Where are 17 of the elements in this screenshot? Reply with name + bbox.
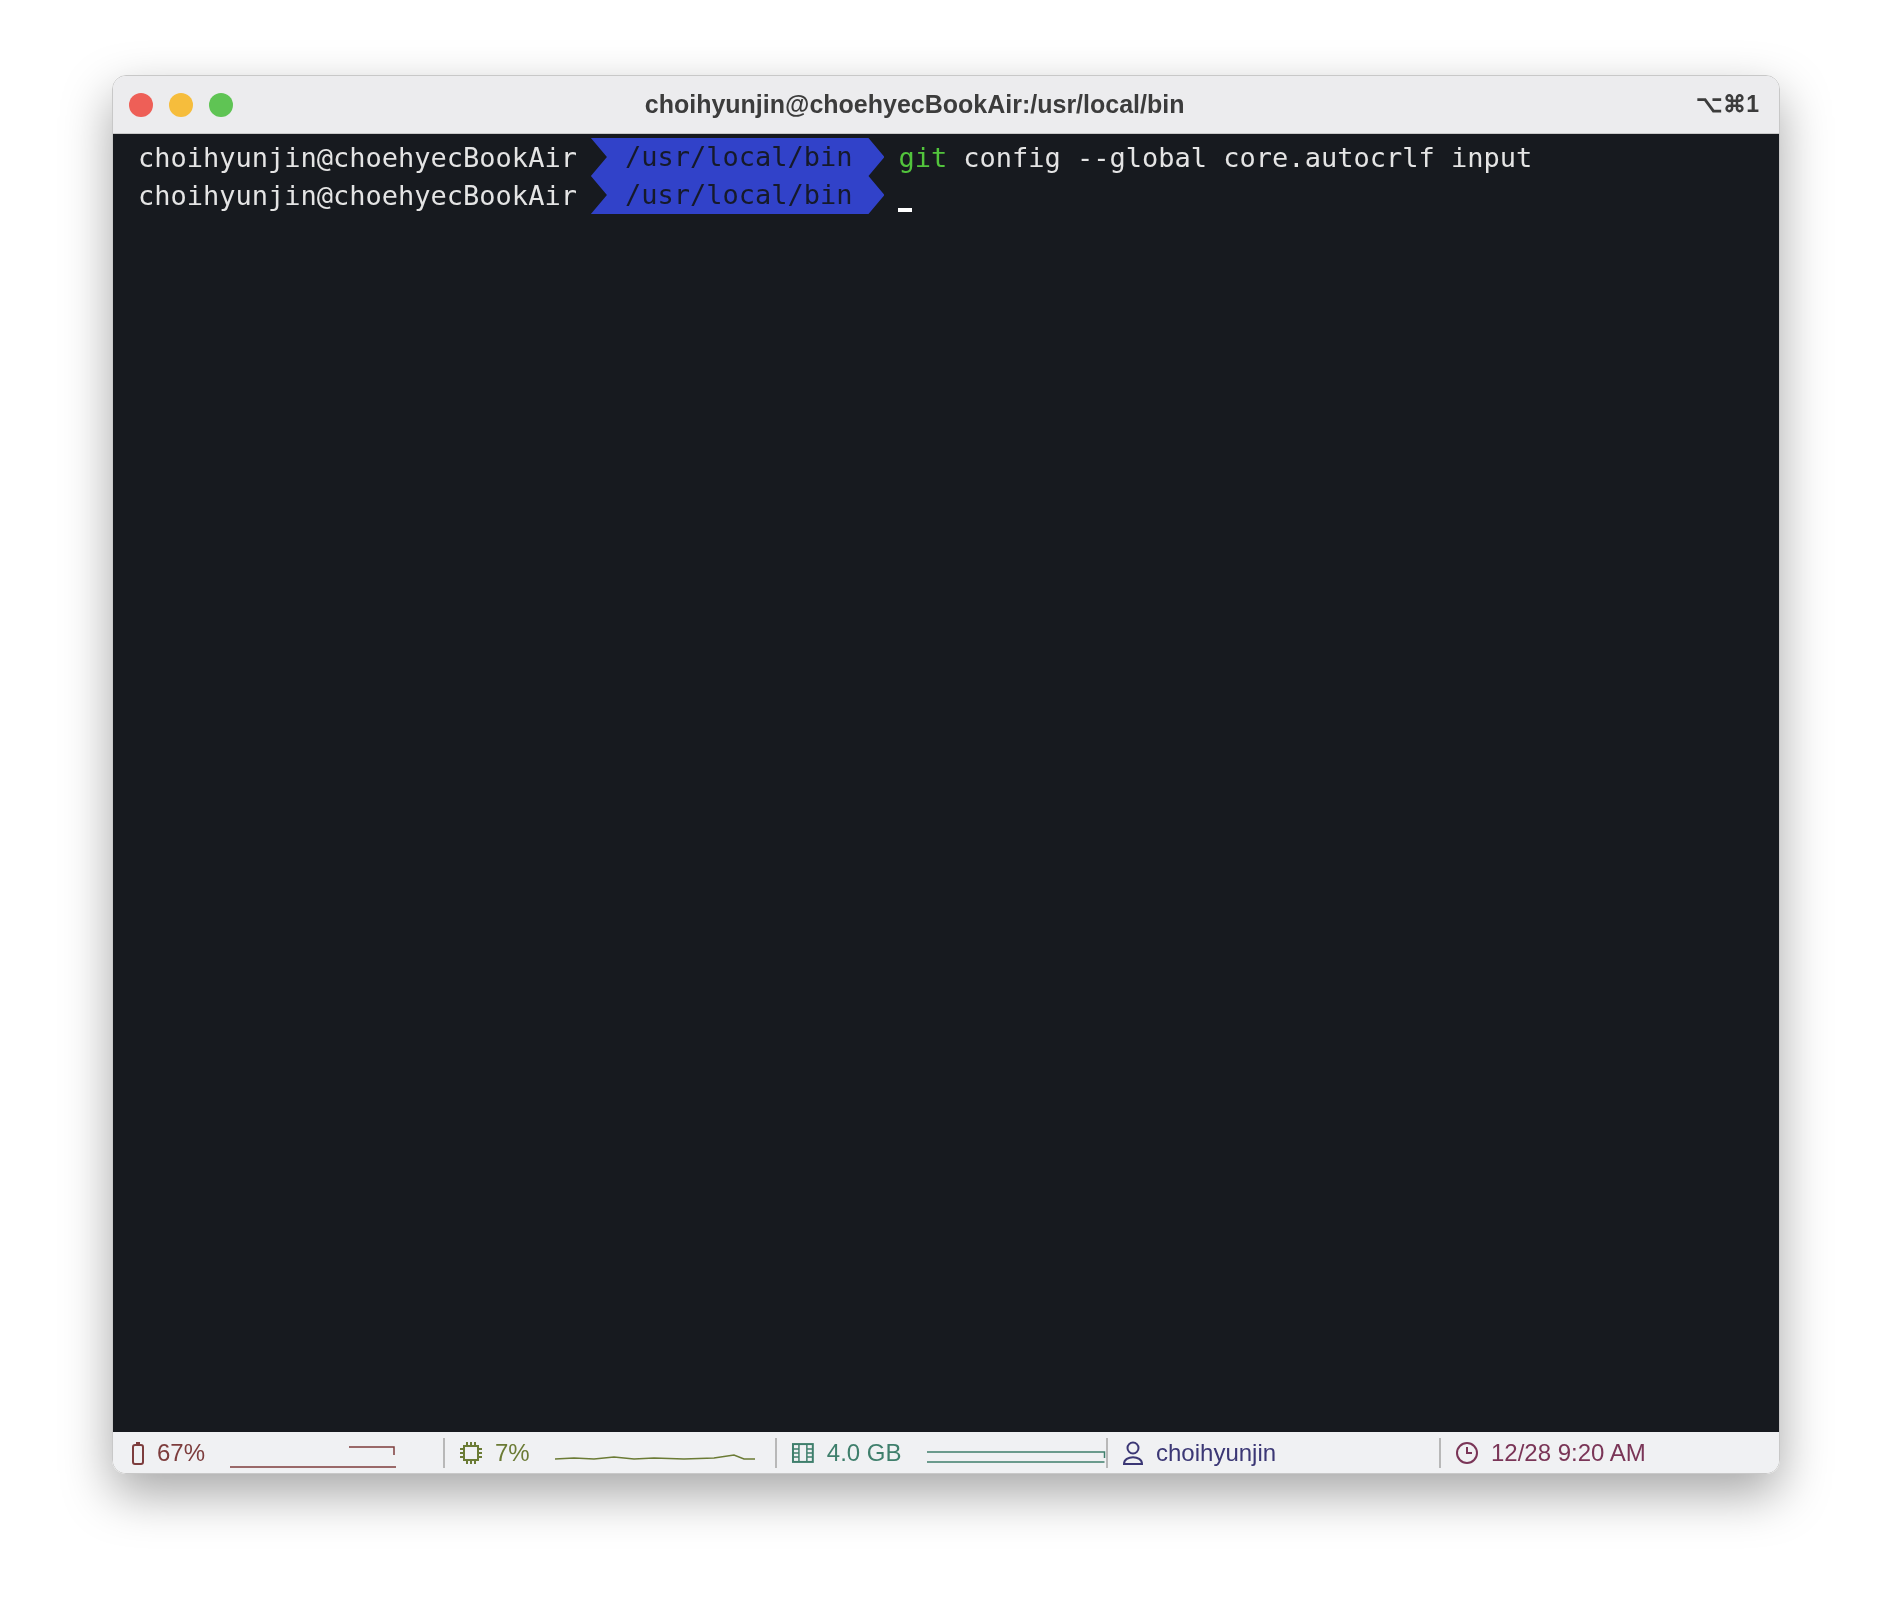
command-name: git [898, 141, 948, 173]
status-reading: 7% [495, 1438, 530, 1467]
tab-shortcut: ⌥⌘1 [1696, 91, 1760, 118]
status-reading: 67% [157, 1438, 206, 1467]
status-reading: 4.0 GB [826, 1438, 902, 1467]
prompt-path: /usr/local/bin [590, 138, 885, 176]
prompt-user: choihyunjin@choehyecBookAir [138, 179, 577, 211]
prompt-path: /usr/local/bin [590, 176, 885, 214]
close-button[interactable] [129, 92, 153, 117]
minimize-button[interactable] [169, 92, 193, 117]
prompt-user: choihyunjin@choehyecBookAir [138, 141, 577, 173]
zoom-button[interactable] [209, 92, 233, 117]
command-args: config --global core.autocrlf input [963, 141, 1533, 173]
text-cursor [898, 208, 913, 212]
window-title: choihyunjin@choehyecBookAir:/usr/local/bin [643, 90, 1186, 119]
status-reading: choihyunjin [1156, 1438, 1277, 1467]
status-reading: 12/28 9:20 AM [1491, 1438, 1646, 1467]
